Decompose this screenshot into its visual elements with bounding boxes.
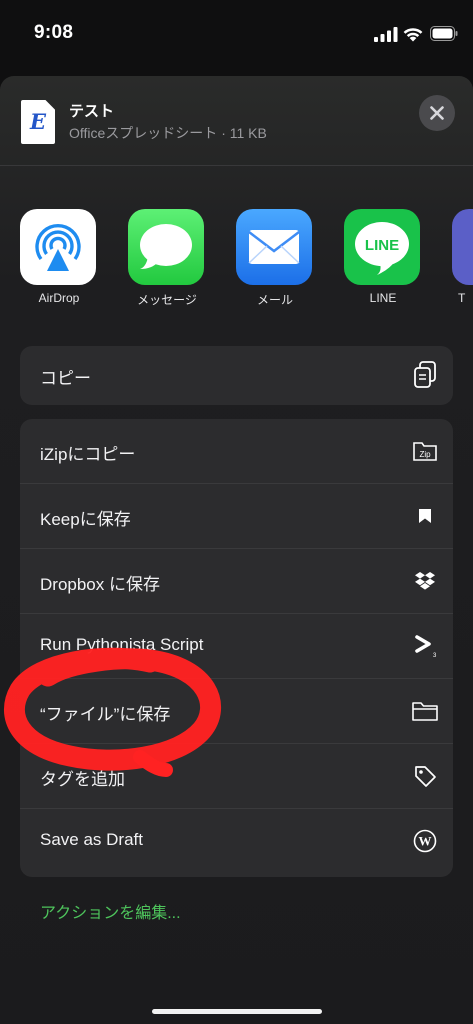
action-save-to-files[interactable]: “ファイル”に保存 (20, 679, 453, 744)
airdrop-icon (20, 209, 96, 285)
line-icon: LINE (344, 209, 420, 285)
status-bar: 9:08 (0, 0, 473, 72)
app-messages[interactable]: メッセージ (128, 209, 206, 308)
share-apps-row: AirDrop メッセージ メール LINE LINE T (0, 209, 473, 319)
svg-text:W: W (419, 834, 432, 849)
close-icon (430, 106, 444, 120)
bookmark-icon (411, 502, 439, 530)
wifi-icon (403, 28, 423, 42)
dropbox-icon (411, 567, 439, 595)
folder-icon (411, 697, 439, 725)
copy-action[interactable]: コピー (20, 346, 453, 405)
file-meta: Officeスプレッドシート · 11 KB (69, 125, 267, 141)
action-keep[interactable]: Keepに保存 (20, 484, 453, 549)
wordpress-icon: W (411, 827, 439, 855)
copy-card: コピー (20, 346, 453, 405)
action-save-as-draft[interactable]: Save as Draft W (20, 809, 453, 874)
cellular-signal-icon (374, 27, 398, 42)
share-sheet-header: E テスト Officeスプレッドシート · 11 KB (0, 76, 473, 166)
app-mail[interactable]: メール (236, 209, 314, 308)
action-add-tags[interactable]: タグを追加 (20, 744, 453, 809)
action-izip[interactable]: iZipにコピー Zip (20, 419, 453, 484)
mail-icon (236, 209, 312, 285)
pythonista-icon: 3 (411, 632, 439, 660)
home-indicator (152, 1009, 322, 1014)
app-partial[interactable]: T (452, 209, 473, 305)
actions-card: iZipにコピー Zip Keepに保存 Dropbox に保存 Run Pyt… (20, 419, 453, 877)
battery-icon (430, 26, 458, 41)
close-button[interactable] (419, 95, 455, 131)
share-sheet: E テスト Officeスプレッドシート · 11 KB AirDrop メッセ… (0, 76, 473, 1024)
spreadsheet-file-icon: E (21, 100, 55, 144)
action-pythonista[interactable]: Run Pythonista Script 3 (20, 614, 453, 679)
copy-icon (411, 361, 439, 389)
file-name: テスト (69, 103, 115, 120)
action-dropbox[interactable]: Dropbox に保存 (20, 549, 453, 614)
edit-actions-link[interactable]: アクションを編集... (40, 899, 181, 923)
svg-text:3: 3 (433, 653, 437, 659)
messages-icon (128, 209, 204, 285)
svg-text:LINE: LINE (365, 237, 399, 254)
app-line[interactable]: LINE LINE (344, 209, 422, 305)
zip-folder-icon: Zip (411, 437, 439, 465)
svg-text:Zip: Zip (419, 450, 431, 459)
app-airdrop[interactable]: AirDrop (20, 209, 98, 305)
partial-app-icon (452, 209, 473, 285)
tag-icon (411, 762, 439, 790)
status-time: 9:08 (34, 22, 74, 43)
